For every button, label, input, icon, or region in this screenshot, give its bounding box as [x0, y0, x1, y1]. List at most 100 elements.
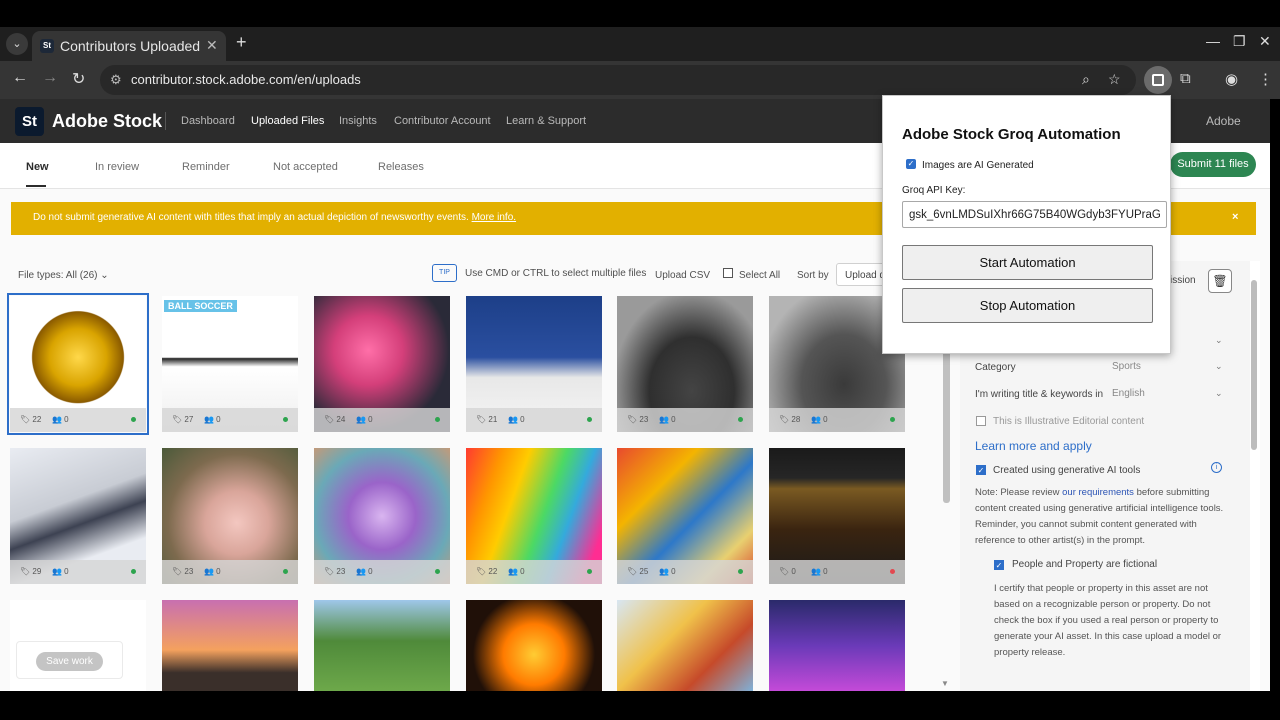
extension-icon-active[interactable]	[1144, 66, 1172, 94]
files-toolbar: File types: All (26) ⌄ TIP Use CMD or CT…	[0, 261, 940, 289]
save-work-button[interactable]: Save work	[36, 652, 103, 671]
fictional-checkbox[interactable]: ✓	[994, 560, 1004, 570]
site-info-icon[interactable]: ⚙	[110, 72, 122, 88]
editorial-checkbox[interactable]	[976, 416, 986, 426]
ai-tools-checkbox[interactable]: ✓	[976, 465, 986, 475]
learn-more-link[interactable]: Learn more and apply	[975, 439, 1092, 453]
close-window-icon[interactable]: ✕	[1259, 33, 1271, 50]
keyword-count: 🏷 23	[324, 567, 346, 576]
keyword-count: 🏷 22	[476, 567, 498, 576]
thumbnail-tile[interactable]: 🏷 27 👥 0 BALL SOCCER	[162, 296, 298, 432]
back-icon[interactable]: ←	[12, 69, 28, 87]
nav-contributor-account[interactable]: Contributor Account	[394, 115, 491, 127]
thumbnail-tile[interactable]: 🏷 0 👥 0	[769, 448, 905, 584]
thumbnail-tile[interactable]: 🏷 23 👥 0	[617, 296, 753, 432]
file-types-dropdown[interactable]: File types: All (26) ⌄	[18, 270, 109, 281]
status-dot	[131, 569, 136, 574]
status-dot	[283, 417, 288, 422]
tab-reminder[interactable]: Reminder	[182, 161, 230, 173]
nav-dashboard[interactable]: Dashboard	[181, 115, 235, 127]
banner-text: Do not submit generative AI content with…	[33, 212, 469, 223]
upload-csv-link[interactable]: Upload CSV	[655, 270, 710, 281]
trash-icon[interactable]: 🗑	[1208, 269, 1232, 293]
thumbnail-tile[interactable]	[769, 600, 905, 691]
api-key-label: Groq API Key:	[902, 185, 966, 196]
banner-close-icon[interactable]: ×	[1232, 211, 1238, 223]
select-all-label[interactable]: Select All	[739, 270, 780, 281]
reload-icon[interactable]: ↻	[72, 69, 85, 89]
restore-icon[interactable]: ❐	[1233, 33, 1246, 50]
adobe-stock-logo[interactable]: St	[15, 107, 44, 136]
tile-meta-bar: 🏷 22 👥 0	[10, 408, 146, 432]
nav-uploaded-files[interactable]: Uploaded Files	[251, 115, 324, 127]
tab-not-accepted[interactable]: Not accepted	[273, 161, 338, 173]
tile-meta-bar: 🏷 27 👥 0	[162, 408, 298, 432]
people-count: 👥 0	[356, 567, 373, 576]
tile-meta-bar: 🏷 23 👥 0	[314, 560, 450, 584]
thumbnail-tile[interactable]: 🏷 29 👥 0	[10, 448, 146, 584]
tab-new[interactable]: New	[26, 161, 49, 173]
people-count: 👥 0	[659, 567, 676, 576]
keyword-count: 🏷 24	[324, 415, 346, 424]
tab-close-icon[interactable]: ✕	[206, 37, 218, 54]
thumbnail-tile[interactable]	[466, 600, 602, 691]
thumbnail-tile[interactable]: 🏷 22 👥 0	[466, 448, 602, 584]
status-dot	[587, 417, 592, 422]
requirements-link[interactable]: our requirements	[1062, 487, 1134, 498]
profile-icon[interactable]: ◉	[1225, 70, 1238, 88]
browser-tab[interactable]: St Contributors Uploaded ✕	[32, 31, 226, 61]
thumbnail-tile[interactable]	[162, 600, 298, 691]
thumbnail-tile[interactable]	[314, 600, 450, 691]
thumbnail-tile[interactable]: 🏷 24 👥 0	[314, 296, 450, 432]
adobe-link[interactable]: Adobe	[1206, 114, 1241, 128]
menu-kebab-icon[interactable]: ⋮	[1258, 70, 1273, 88]
status-dot	[890, 569, 895, 574]
details-scrollbar[interactable]	[1251, 280, 1257, 450]
thumbnail-tile[interactable]: 🏷 21 👥 0	[466, 296, 602, 432]
tab-search-icon[interactable]: ⌄	[6, 33, 28, 55]
bookmark-star-icon[interactable]: ☆	[1108, 71, 1121, 88]
submit-files-button[interactable]: Submit 11 files	[1170, 152, 1256, 177]
thumbnail-tile[interactable]: 🏷 23 👥 0	[162, 448, 298, 584]
chevron-down-icon[interactable]: ⌄	[1215, 335, 1223, 346]
category-chevron-icon[interactable]: ⌄	[1215, 361, 1223, 372]
keyword-count: 🏷 29	[20, 567, 42, 576]
tab-releases[interactable]: Releases	[378, 161, 424, 173]
scroll-down-arrow-icon[interactable]: ▼	[941, 679, 949, 688]
people-count: 👥 0	[811, 415, 828, 424]
sort-by-label: Sort by	[797, 270, 829, 281]
language-value[interactable]: English	[1112, 388, 1145, 399]
info-icon[interactable]: i	[1211, 462, 1222, 473]
zoom-icon[interactable]: ⌕	[1082, 71, 1090, 88]
forward-icon[interactable]: →	[42, 69, 58, 87]
status-dot	[738, 417, 743, 422]
nav-insights[interactable]: Insights	[339, 115, 377, 127]
api-key-input[interactable]	[902, 201, 1167, 228]
tile-meta-bar: 🏷 21 👥 0	[466, 408, 602, 432]
tile-overlay-text: BALL SOCCER	[164, 300, 237, 312]
save-work-panel: Save work	[16, 641, 123, 679]
active-tab-indicator	[26, 185, 46, 187]
tile-meta-bar: 🏷 29 👥 0	[10, 560, 146, 584]
more-info-link[interactable]: More info.	[472, 212, 516, 223]
extensions-puzzle-icon[interactable]: ⧉	[1180, 70, 1191, 87]
start-automation-button[interactable]: Start Automation	[902, 245, 1153, 280]
thumbnail-tile[interactable]	[617, 600, 753, 691]
stop-automation-button[interactable]: Stop Automation	[902, 288, 1153, 323]
minimize-icon[interactable]: —	[1206, 33, 1220, 49]
tab-title: Contributors Uploaded	[60, 38, 200, 54]
nav-learn-support[interactable]: Learn & Support	[506, 115, 586, 127]
brand-name[interactable]: Adobe Stock	[52, 111, 162, 132]
tile-meta-bar: 🏷 24 👥 0	[314, 408, 450, 432]
new-tab-icon[interactable]: +	[236, 32, 247, 53]
thumbnail-tile[interactable]: 🏷 25 👥 0	[617, 448, 753, 584]
address-bar[interactable]: ⚙ contributor.stock.adobe.com/en/uploads…	[100, 65, 1136, 95]
language-chevron-icon[interactable]: ⌄	[1215, 388, 1223, 399]
category-value[interactable]: Sports	[1112, 361, 1141, 372]
category-label: Category	[975, 362, 1016, 373]
thumbnail-tile[interactable]: 🏷 22 👥 0	[7, 293, 149, 435]
tab-in-review[interactable]: In review	[95, 161, 139, 173]
select-all-checkbox[interactable]	[723, 268, 733, 278]
thumbnail-tile[interactable]: 🏷 23 👥 0	[314, 448, 450, 584]
ai-generated-checkbox[interactable]: ✓	[906, 159, 916, 169]
